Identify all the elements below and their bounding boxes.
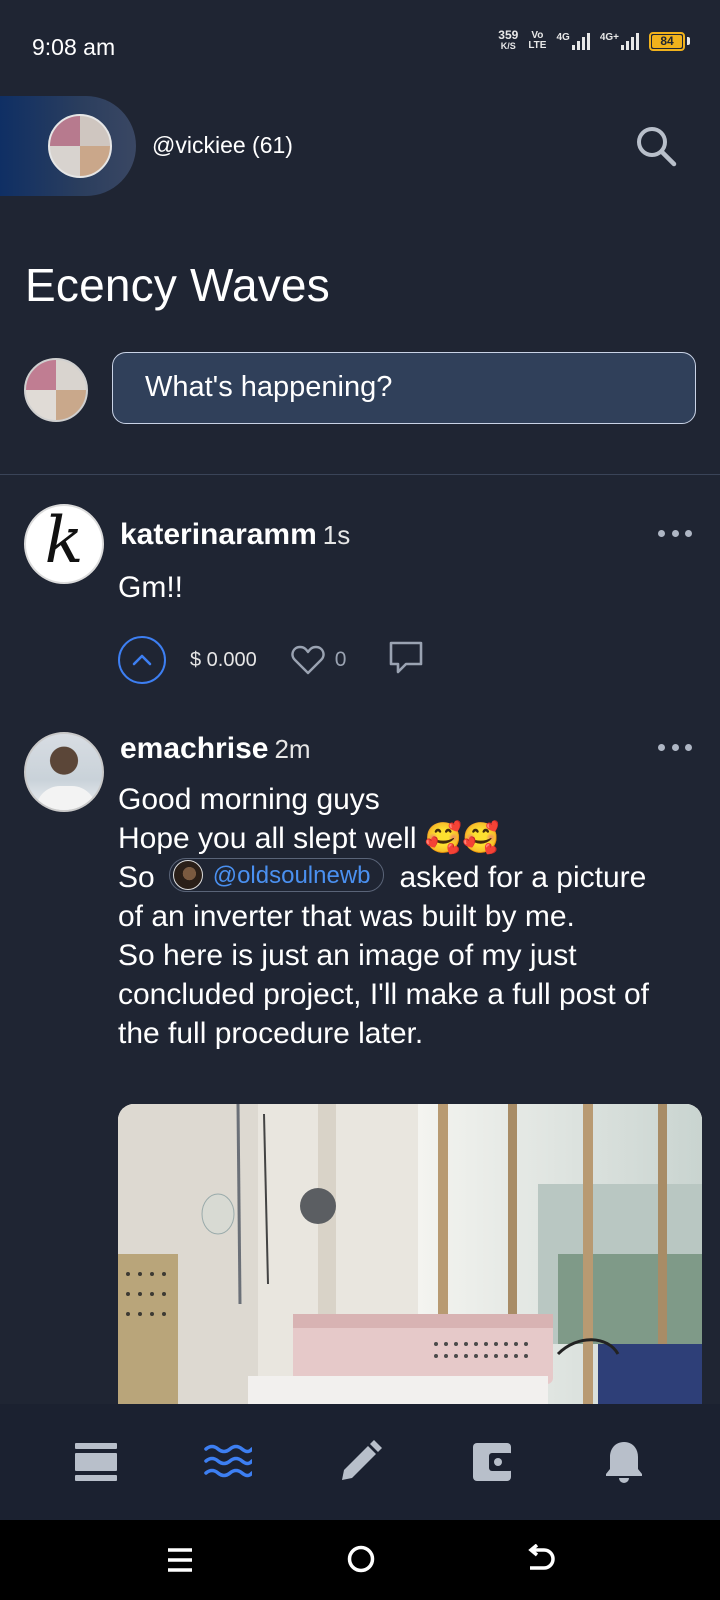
comment-icon: [390, 641, 423, 673]
net-speed: 359 K/S: [498, 28, 519, 52]
upvote-button[interactable]: [118, 636, 166, 684]
heart-icon: [291, 645, 325, 675]
status-time: 9:08 am: [32, 34, 116, 60]
edit-icon[interactable]: [335, 1437, 385, 1487]
post-text: Hope you all slept well: [118, 822, 417, 855]
profile-button[interactable]: [0, 96, 136, 196]
author-avatar[interactable]: [24, 732, 104, 812]
signal-icon-1: 4G: [556, 32, 590, 50]
avatar-letter: k: [44, 504, 84, 578]
post-line: So here is just an image of my just: [118, 939, 577, 972]
post-image[interactable]: [118, 1104, 702, 1404]
post-line: So @oldsoulnewb asked for a picture: [118, 858, 690, 897]
comment-button[interactable]: [388, 640, 424, 681]
net-speed-unit: K/S: [500, 41, 516, 51]
signal-icon-2: 4G+: [600, 32, 639, 50]
status-bar: 9:08 am 359 K/S Vo LTE 4G 4G+ 84: [0, 0, 720, 90]
mention-chip[interactable]: @oldsoulnewb: [168, 858, 384, 893]
more-options-icon[interactable]: [658, 744, 692, 754]
mention-name: @oldsoulnewb: [212, 861, 371, 889]
divider: [0, 474, 720, 475]
system-nav-bar: [0, 1520, 720, 1600]
post-body: Gm!!: [118, 571, 183, 604]
battery-icon: 84: [649, 31, 690, 51]
post-author[interactable]: katerinaramm 1s: [120, 518, 350, 552]
home-icon[interactable]: [346, 1544, 376, 1574]
volte-indicator: Vo LTE: [528, 31, 546, 51]
post-body: Good morning guys Hope you all slept wel…: [118, 780, 690, 1053]
mention-avatar: [172, 860, 203, 891]
volte-bottom: LTE: [528, 40, 547, 51]
smiling-hearts-emoji: 🥰🥰: [424, 821, 500, 856]
author-name: emachrise: [120, 732, 269, 765]
feed-icon[interactable]: [71, 1437, 121, 1487]
compose-box: What's happening?: [0, 352, 720, 432]
post-line: concluded project, I'll make a full post…: [118, 978, 650, 1011]
user-avatar: [48, 114, 112, 178]
page-title: Ecency Waves: [25, 259, 330, 311]
post-line: Good morning guys: [118, 783, 380, 816]
chevron-up-icon: [132, 654, 152, 666]
menu-icon[interactable]: [166, 1546, 194, 1574]
status-icons: 359 K/S Vo LTE 4G 4G+ 84: [498, 28, 690, 52]
net-speed-value: 359: [498, 28, 519, 42]
waves-icon[interactable]: [203, 1437, 253, 1487]
post-line: the full procedure later.: [118, 1017, 424, 1050]
post-actions: $ 0.000 0: [118, 636, 424, 684]
post-author[interactable]: emachrise 2m: [120, 732, 311, 766]
back-icon[interactable]: [524, 1543, 556, 1574]
battery-level: 84: [652, 34, 682, 48]
author-name: katerinaramm: [120, 518, 317, 551]
compose-input[interactable]: What's happening?: [112, 352, 696, 424]
network-type-1: 4G: [556, 32, 570, 43]
wallet-icon[interactable]: [467, 1437, 517, 1487]
author-avatar[interactable]: k: [24, 504, 104, 584]
payout-value[interactable]: $ 0.000: [190, 649, 257, 672]
bell-icon[interactable]: [599, 1437, 649, 1487]
compose-avatar: [24, 358, 88, 422]
post-time: 1s: [322, 520, 351, 550]
more-options-icon[interactable]: [658, 530, 692, 540]
post-time: 2m: [274, 734, 311, 764]
post-text: asked for a picture: [399, 861, 647, 894]
network-type-2: 4G+: [599, 32, 619, 43]
post-text: So: [118, 861, 155, 894]
like-count: 0: [334, 648, 347, 671]
bottom-nav: [0, 1404, 720, 1520]
username-label: @vickiee (61): [152, 132, 293, 158]
like-button[interactable]: 0: [291, 645, 347, 675]
app-header: @vickiee (61): [0, 96, 720, 196]
post-line: Hope you all slept well 🥰🥰: [118, 819, 690, 858]
post-line: of an inverter that was built by me.: [118, 900, 575, 933]
search-icon[interactable]: [634, 124, 678, 168]
